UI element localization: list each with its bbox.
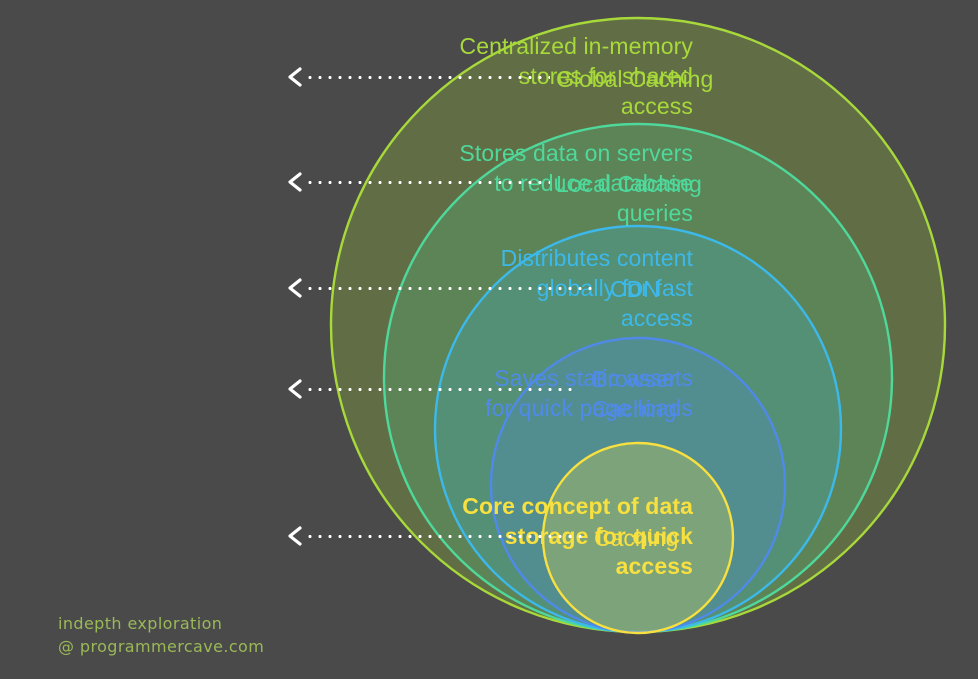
connector-cdn [287, 276, 592, 300]
connector-caching [287, 524, 586, 548]
chevron-left-icon [288, 526, 302, 546]
dotted-line [305, 387, 578, 391]
connector-browser-caching [287, 377, 578, 401]
circle-label-global-caching: Global Caching [556, 66, 714, 92]
dotted-line [305, 286, 592, 290]
circle-label-browser-caching: Browser Caching [592, 366, 677, 423]
circle-label-cdn: CDN [610, 276, 660, 302]
diagram-canvas: Centralized in-memory stores for shared … [0, 0, 978, 679]
connector-global-caching [287, 65, 550, 89]
circle-label-local-caching: Local Caching [556, 171, 702, 197]
chevron-left-icon [288, 67, 302, 87]
dotted-line [305, 75, 550, 79]
chevron-left-icon [288, 172, 302, 192]
dotted-line [305, 534, 586, 538]
connector-local-caching [287, 170, 550, 194]
circle-label-caching: Caching [594, 525, 679, 551]
dotted-line [305, 180, 550, 184]
watermark: indepth exploration @ programmercave.com [58, 614, 265, 657]
chevron-left-icon [288, 278, 302, 298]
chevron-left-icon [288, 379, 302, 399]
